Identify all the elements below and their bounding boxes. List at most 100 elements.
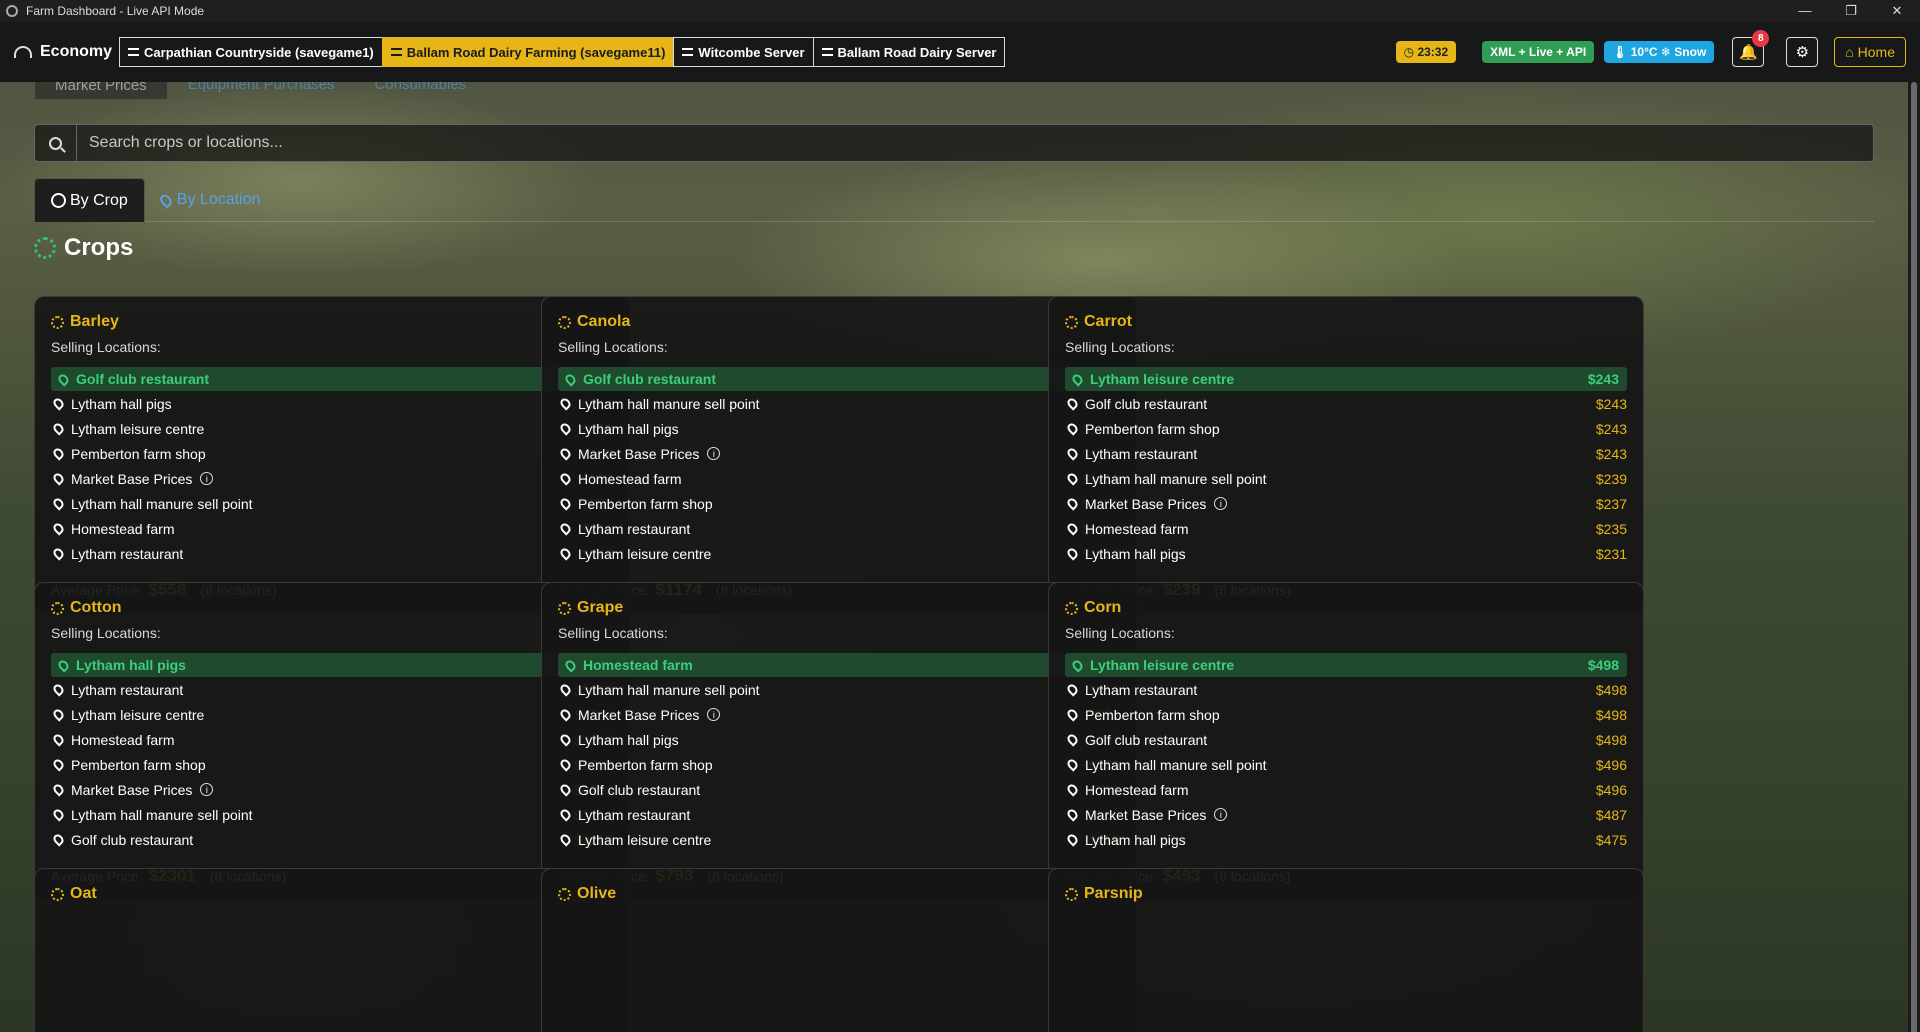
location-row[interactable]: Lytham restaurant $498 bbox=[1065, 677, 1627, 702]
location-row[interactable]: Lytham restaurant$768 bbox=[558, 802, 1120, 827]
server-tab[interactable]: Ballam Road Dairy Farming (savegame11) bbox=[381, 37, 675, 67]
location-row[interactable]: Lytham leisure centre$558 bbox=[51, 416, 613, 441]
crop-title: Olive bbox=[558, 883, 1120, 905]
crop-title: Carrot bbox=[1065, 311, 1627, 333]
location-pin-icon bbox=[1070, 657, 1085, 673]
location-row[interactable]: Pemberton farm shop$2306 bbox=[51, 752, 613, 777]
search-input[interactable] bbox=[77, 125, 1873, 161]
location-row[interactable]: Market Base Pricesi$814 bbox=[558, 702, 1120, 727]
location-row[interactable]: Lytham hall pigs$564 bbox=[51, 391, 613, 416]
location-pin-icon bbox=[558, 732, 573, 747]
location-row[interactable]: Lytham leisure centre$1137 bbox=[558, 541, 1120, 566]
settings-button[interactable]: ⚙ bbox=[1786, 37, 1819, 67]
location-row[interactable]: Pemberton farm shop$1165 bbox=[558, 491, 1120, 516]
location-row[interactable]: Lytham restaurant$543 bbox=[51, 541, 613, 566]
maximize-button[interactable]: ❐ bbox=[1828, 3, 1874, 19]
location-name: Homestead farm bbox=[1085, 520, 1189, 537]
location-row[interactable]: Homestead farm $496 bbox=[1065, 777, 1627, 802]
location-row[interactable]: Lytham hall manure sell point$1197 bbox=[558, 391, 1120, 416]
home-button[interactable]: ⌂ Home bbox=[1834, 37, 1906, 67]
location-row[interactable]: Market Base Prices i $487 bbox=[1065, 802, 1627, 827]
location-price: $498 bbox=[1595, 731, 1627, 748]
location-name-wrap: Lytham hall manure sell point bbox=[558, 682, 760, 698]
location-name: Market Base Prices bbox=[71, 470, 193, 487]
location-row[interactable]: Lytham restaurant$2329 bbox=[51, 677, 613, 702]
location-row[interactable]: Homestead farm$1166 bbox=[558, 466, 1120, 491]
location-row[interactable]: Lytham hall manure sell point$2251 bbox=[51, 802, 613, 827]
location-row[interactable]: Homestead farm$2307 bbox=[51, 727, 613, 752]
location-row[interactable]: Lytham hall pigs$797 bbox=[558, 727, 1120, 752]
location-row[interactable]: Homestead farm$550 bbox=[51, 516, 613, 541]
best-price-row[interactable]: Homestead farm$845 bbox=[558, 653, 1120, 677]
location-row[interactable]: Lytham leisure centre$2311 bbox=[51, 702, 613, 727]
location-row[interactable]: Lytham hall pigs $231 bbox=[1065, 541, 1627, 566]
best-price-row[interactable]: Lytham leisure centre $243 bbox=[1065, 367, 1627, 391]
location-pin-icon bbox=[1070, 371, 1085, 387]
info-icon[interactable]: i bbox=[707, 708, 721, 721]
info-icon[interactable]: i bbox=[200, 783, 214, 796]
page-scrollbar[interactable] bbox=[1908, 82, 1920, 1032]
close-button[interactable]: ✕ bbox=[1874, 3, 1920, 19]
tab-by-location[interactable]: By Location bbox=[145, 178, 277, 222]
crop-icon bbox=[51, 315, 64, 329]
location-row[interactable]: Lytham hall manure sell point$555 bbox=[51, 491, 613, 516]
location-name: Lytham hall pigs bbox=[1085, 831, 1186, 848]
server-tab-label: Ballam Road Dairy Farming (savegame11) bbox=[406, 44, 666, 60]
location-row[interactable]: Lytham hall manure sell point $239 bbox=[1065, 466, 1627, 491]
best-price-row[interactable]: Lytham hall pigs$2384 bbox=[51, 653, 613, 677]
tab-by-crop[interactable]: By Crop bbox=[34, 178, 145, 222]
location-name-wrap: Lytham restaurant bbox=[558, 806, 691, 823]
location-name: Lytham restaurant bbox=[578, 806, 691, 823]
brand[interactable]: Economy bbox=[14, 43, 112, 61]
location-row[interactable]: Lytham restaurant $243 bbox=[1065, 441, 1627, 466]
best-price-row[interactable]: Golf club restaurant$1220 bbox=[558, 367, 1120, 391]
server-tab[interactable]: Ballam Road Dairy Server bbox=[812, 37, 1006, 67]
minimize-button[interactable]: — bbox=[1782, 3, 1828, 19]
server-tab[interactable]: Witcombe Server bbox=[673, 37, 814, 67]
info-icon[interactable]: i bbox=[707, 447, 721, 460]
best-price-row[interactable]: Lytham leisure centre $498 bbox=[1065, 653, 1627, 677]
location-name: Golf club restaurant bbox=[1085, 731, 1208, 748]
location-row[interactable]: Market Base Pricesi$2295 bbox=[51, 777, 613, 802]
location-row[interactable]: Market Base Prices i $237 bbox=[1065, 491, 1627, 516]
notifications-button[interactable]: 🔔 8 bbox=[1732, 30, 1770, 67]
location-price: $237 bbox=[1595, 495, 1627, 512]
location-row[interactable]: Pemberton farm shop$557 bbox=[51, 441, 613, 466]
window-titlebar: Farm Dashboard - Live API Mode — ❐ ✕ bbox=[0, 0, 1920, 22]
location-name-wrap: Golf club restaurant bbox=[1065, 731, 1208, 748]
location-row[interactable]: Golf club restaurant $243 bbox=[1065, 391, 1627, 416]
location-row[interactable]: Lytham hall pigs$1171 bbox=[558, 416, 1120, 441]
notification-count-badge: 8 bbox=[1752, 30, 1770, 47]
location-row[interactable]: Homestead farm $235 bbox=[1065, 516, 1627, 541]
location-row[interactable]: Golf club restaurant$768 bbox=[558, 777, 1120, 802]
scrollbar-thumb[interactable] bbox=[1911, 82, 1917, 1032]
server-tab[interactable]: Carpathian Countryside (savegame1) bbox=[119, 37, 383, 67]
location-row[interactable]: Lytham hall manure sell point $496 bbox=[1065, 752, 1627, 777]
location-pin-icon bbox=[56, 371, 71, 387]
location-row[interactable]: Market Base Pricesi$557 bbox=[51, 466, 613, 491]
location-row[interactable]: Lytham leisure centre$768 bbox=[558, 827, 1120, 852]
info-icon[interactable]: i bbox=[1214, 497, 1228, 510]
location-row[interactable]: Pemberton farm shop $498 bbox=[1065, 702, 1627, 727]
location-row[interactable]: Pemberton farm shop$768 bbox=[558, 752, 1120, 777]
info-icon[interactable]: i bbox=[200, 472, 214, 485]
location-name-wrap: Lytham hall pigs bbox=[1065, 546, 1186, 562]
crop-title: Canola bbox=[558, 311, 1120, 333]
info-icon[interactable]: i bbox=[1214, 808, 1228, 821]
best-price-row[interactable]: Golf club restaurant$579 bbox=[51, 367, 613, 391]
location-row[interactable]: Market Base Pricesi$1171 bbox=[558, 441, 1120, 466]
location-row[interactable]: Golf club restaurant $498 bbox=[1065, 727, 1627, 752]
location-row[interactable]: Lytham restaurant$1164 bbox=[558, 516, 1120, 541]
location-name-wrap: Lytham hall manure sell point bbox=[1065, 757, 1267, 773]
location-row[interactable]: Pemberton farm shop $243 bbox=[1065, 416, 1627, 441]
location-name-wrap: Lytham hall manure sell point bbox=[51, 807, 253, 823]
location-pin-icon bbox=[51, 546, 66, 561]
location-name: Pemberton farm shop bbox=[71, 756, 206, 773]
selling-locations-label: Selling Locations: bbox=[1065, 625, 1175, 641]
selling-locations-label: Selling Locations: bbox=[51, 339, 161, 355]
location-row[interactable]: Lytham hall pigs $475 bbox=[1065, 827, 1627, 852]
location-name: Lytham hall pigs bbox=[578, 731, 679, 748]
location-pin-icon bbox=[558, 682, 573, 697]
location-row[interactable]: Golf club restaurant$2223 bbox=[51, 827, 613, 852]
location-row[interactable]: Lytham hall manure sell point$816 bbox=[558, 677, 1120, 702]
